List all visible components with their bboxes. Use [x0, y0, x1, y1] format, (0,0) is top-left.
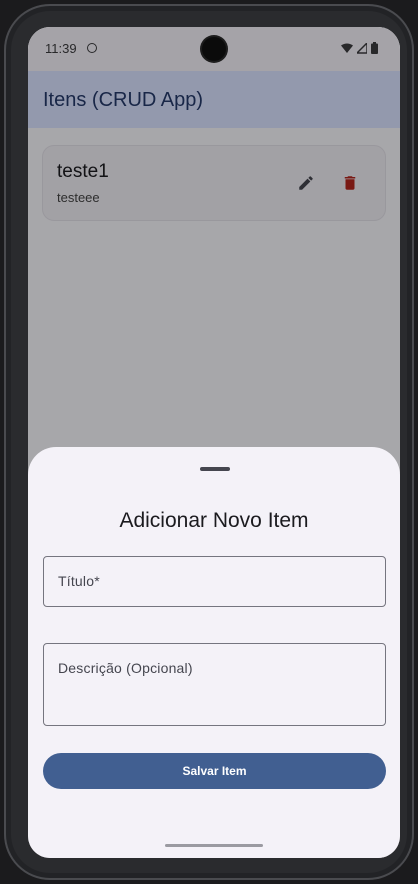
screen: 11:39 Itens (CRUD App) teste1 testeee Ad… [28, 27, 400, 858]
device-frame: 11:39 Itens (CRUD App) teste1 testeee Ad… [4, 4, 414, 880]
bottom-sheet: Adicionar Novo Item Título* Descrição (O… [28, 447, 400, 858]
description-field[interactable]: Descrição (Opcional) [43, 643, 386, 726]
save-item-button[interactable]: Salvar Item [43, 753, 386, 789]
home-indicator[interactable] [165, 844, 263, 847]
title-field[interactable]: Título* [43, 556, 386, 607]
drag-handle[interactable] [200, 467, 230, 471]
title-field-label: Título* [58, 573, 100, 589]
sheet-title: Adicionar Novo Item [119, 509, 309, 532]
description-field-label: Descrição (Opcional) [58, 660, 193, 676]
